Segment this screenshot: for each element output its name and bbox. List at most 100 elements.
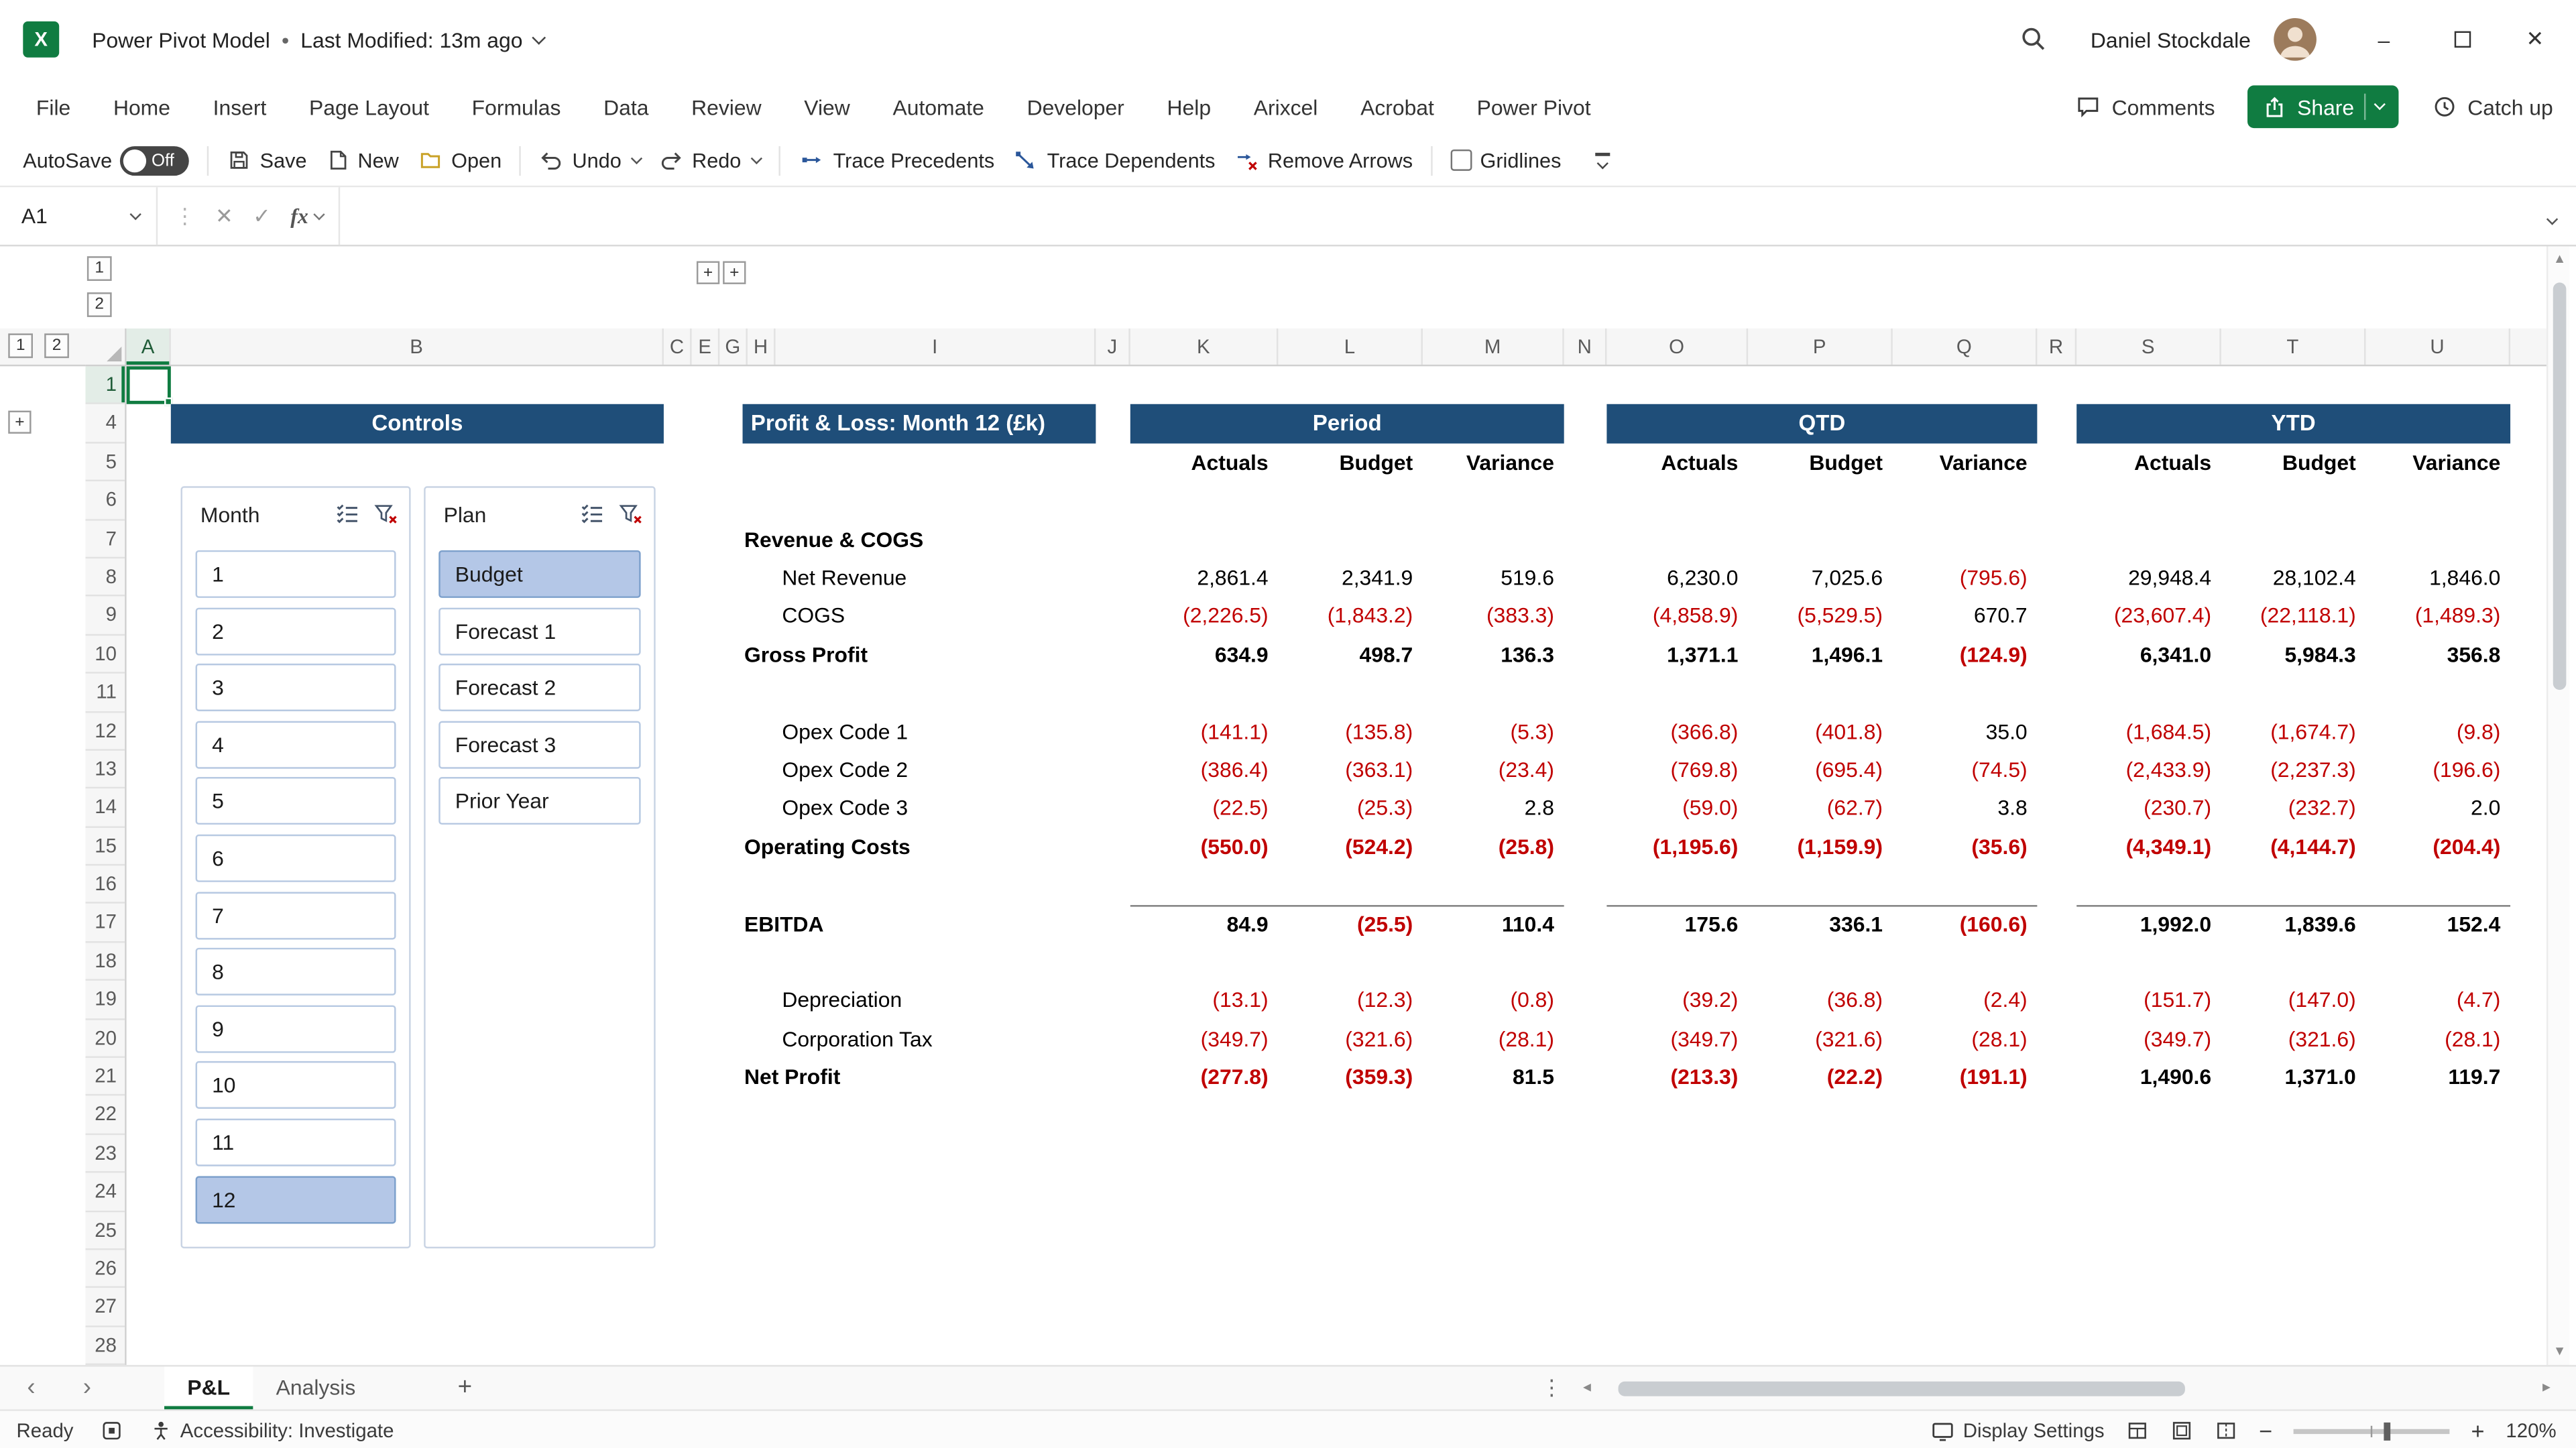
- avatar[interactable]: [2274, 18, 2317, 61]
- row-outline-level-2-button[interactable]: 2: [44, 333, 69, 358]
- accessibility-status[interactable]: Accessibility: Investigate: [149, 1419, 394, 1442]
- column-label-qtd-budget[interactable]: Budget: [1748, 443, 1893, 481]
- cell-qtd-budget-r19[interactable]: (36.8): [1748, 981, 1893, 1020]
- row-header-12[interactable]: 12: [85, 712, 125, 750]
- cell-ytd-actuals-r20[interactable]: (349.7): [2076, 1020, 2221, 1058]
- cell-qtd-actuals-r20[interactable]: (349.7): [1606, 1020, 1748, 1058]
- cell-qtd-variance-r21[interactable]: (191.1): [1893, 1058, 2038, 1096]
- cell-ytd-actuals-r12[interactable]: (1,684.5): [2076, 712, 2221, 750]
- expand-column-group-button[interactable]: +: [697, 261, 719, 284]
- cell-period-budget-r12[interactable]: (135.8): [1278, 712, 1423, 750]
- menu-acrobat[interactable]: Acrobat: [1360, 95, 1434, 119]
- cell-ytd-actuals-r15[interactable]: (4,349.1): [2076, 827, 2221, 865]
- cell-period-variance-r14[interactable]: 2.8: [1423, 789, 1564, 827]
- menu-formulas[interactable]: Formulas: [472, 95, 561, 119]
- column-header-o[interactable]: O: [1606, 328, 1748, 365]
- plan-item-forecast-2[interactable]: Forecast 2: [438, 664, 640, 711]
- cell-ytd-variance-r10[interactable]: 356.8: [2365, 636, 2510, 674]
- save-button[interactable]: Save: [227, 148, 307, 173]
- cell-qtd-variance-r12[interactable]: 35.0: [1893, 712, 2038, 750]
- cell-period-actuals-r10[interactable]: 634.9: [1130, 636, 1279, 674]
- cell-qtd-actuals-r8[interactable]: 6,230.0: [1606, 558, 1748, 597]
- cell-ytd-variance-r17[interactable]: 152.4: [2365, 904, 2510, 943]
- cell-period-variance-r13[interactable]: (23.4): [1423, 751, 1564, 789]
- cell-period-variance-r10[interactable]: 136.3: [1423, 636, 1564, 674]
- cell-qtd-variance-r17[interactable]: (160.6): [1893, 904, 2038, 943]
- cell-qtd-actuals-r19[interactable]: (39.2): [1606, 981, 1748, 1020]
- cell-ytd-budget-r9[interactable]: (22,118.1): [2221, 597, 2366, 635]
- menu-view[interactable]: View: [804, 95, 850, 119]
- cell-qtd-variance-r19[interactable]: (2.4): [1893, 981, 2038, 1020]
- cell-qtd-budget-r17[interactable]: 336.1: [1748, 904, 1893, 943]
- clear-filter-icon[interactable]: [616, 501, 644, 527]
- insert-function-button[interactable]: fx: [290, 203, 322, 229]
- display-settings-button[interactable]: Display Settings: [1930, 1419, 2105, 1443]
- row-label-opex-code-1[interactable]: Opex Code 1: [782, 712, 908, 750]
- column-header-a[interactable]: A: [127, 328, 171, 365]
- column-label-period-actuals[interactable]: Actuals: [1130, 443, 1279, 481]
- drag-handle-icon[interactable]: ⋮: [174, 203, 196, 229]
- row-header-21[interactable]: 21: [85, 1058, 125, 1096]
- month-item-7[interactable]: 7: [196, 891, 396, 939]
- row-header-1[interactable]: 1: [85, 366, 125, 404]
- cell-period-budget-r10[interactable]: 498.7: [1278, 636, 1423, 674]
- cell-qtd-actuals-r10[interactable]: 1,371.1: [1606, 636, 1748, 674]
- name-box[interactable]: A1: [0, 187, 158, 245]
- cell-period-budget-r14[interactable]: (25.3): [1278, 789, 1423, 827]
- column-label-period-variance[interactable]: Variance: [1423, 443, 1564, 481]
- user-name[interactable]: Daniel Stockdale: [2091, 0, 2251, 79]
- month-item-12[interactable]: 12: [196, 1175, 396, 1223]
- cell-period-actuals-r19[interactable]: (13.1): [1130, 981, 1279, 1020]
- trace-precedents-button[interactable]: Trace Precedents: [799, 148, 994, 173]
- cell-ytd-variance-r13[interactable]: (196.6): [2365, 751, 2510, 789]
- row-header-22[interactable]: 22: [85, 1096, 125, 1134]
- fill-handle[interactable]: [164, 397, 172, 405]
- cell-period-variance-r21[interactable]: 81.5: [1423, 1058, 1564, 1096]
- row-header-13[interactable]: 13: [85, 751, 125, 789]
- cell-ytd-variance-r15[interactable]: (204.4): [2365, 827, 2510, 865]
- toolbar-overflow-button[interactable]: [1596, 154, 1611, 168]
- cell-period-budget-r20[interactable]: (321.6): [1278, 1020, 1423, 1058]
- cell-ytd-actuals-r14[interactable]: (230.7): [2076, 789, 2221, 827]
- expand-column-group-button[interactable]: +: [723, 261, 746, 284]
- scroll-right-icon[interactable]: ►: [2533, 1367, 2559, 1411]
- macro-record-icon[interactable]: [100, 1419, 123, 1442]
- cell-ytd-variance-r8[interactable]: 1,846.0: [2365, 558, 2510, 597]
- spreadsheet-grid[interactable]: Controls Profit & Loss: Month 12 (£k) Pe…: [127, 366, 2546, 1365]
- cell-ytd-budget-r15[interactable]: (4,144.7): [2221, 827, 2366, 865]
- column-label-qtd-actuals[interactable]: Actuals: [1606, 443, 1748, 481]
- row-header-20[interactable]: 20: [85, 1020, 125, 1058]
- scroll-down-icon[interactable]: ▼: [2548, 1339, 2571, 1365]
- cell-period-variance-r12[interactable]: (5.3): [1423, 712, 1564, 750]
- gridlines-checkbox[interactable]: Gridlines: [1450, 149, 1561, 172]
- zoom-in-button[interactable]: +: [2471, 1418, 2485, 1444]
- month-item-3[interactable]: 3: [196, 664, 396, 711]
- selected-cell-a1[interactable]: [127, 366, 171, 404]
- cell-ytd-variance-r12[interactable]: (9.8): [2365, 712, 2510, 750]
- search-icon[interactable]: [2019, 25, 2047, 53]
- close-button[interactable]: ✕: [2504, 0, 2566, 79]
- cell-qtd-budget-r8[interactable]: 7,025.6: [1748, 558, 1893, 597]
- cell-qtd-budget-r13[interactable]: (695.4): [1748, 751, 1893, 789]
- row-label-net-profit[interactable]: Net Profit: [744, 1058, 840, 1096]
- cell-period-budget-r13[interactable]: (363.1): [1278, 751, 1423, 789]
- cell-qtd-actuals-r17[interactable]: 175.6: [1606, 904, 1748, 943]
- cell-ytd-budget-r10[interactable]: 5,984.3: [2221, 636, 2366, 674]
- normal-view-icon[interactable]: [2125, 1419, 2148, 1442]
- menu-help[interactable]: Help: [1167, 95, 1212, 119]
- cell-ytd-budget-r20[interactable]: (321.6): [2221, 1020, 2366, 1058]
- column-header-i[interactable]: I: [776, 328, 1096, 365]
- cell-ytd-variance-r14[interactable]: 2.0: [2365, 789, 2510, 827]
- cell-period-variance-r20[interactable]: (28.1): [1423, 1020, 1564, 1058]
- column-header-h[interactable]: H: [748, 328, 776, 365]
- row-header-6[interactable]: 6: [85, 481, 125, 520]
- month-item-11[interactable]: 11: [196, 1119, 396, 1166]
- row-header-4[interactable]: 4: [85, 405, 125, 443]
- cell-period-budget-r21[interactable]: (359.3): [1278, 1058, 1423, 1096]
- cell-ytd-variance-r20[interactable]: (28.1): [2365, 1020, 2510, 1058]
- plan-item-forecast-1[interactable]: Forecast 1: [438, 607, 640, 655]
- column-label-ytd-variance[interactable]: Variance: [2365, 443, 2510, 481]
- cell-ytd-budget-r17[interactable]: 1,839.6: [2221, 904, 2366, 943]
- row-header-16[interactable]: 16: [85, 865, 125, 904]
- cell-ytd-budget-r13[interactable]: (2,237.3): [2221, 751, 2366, 789]
